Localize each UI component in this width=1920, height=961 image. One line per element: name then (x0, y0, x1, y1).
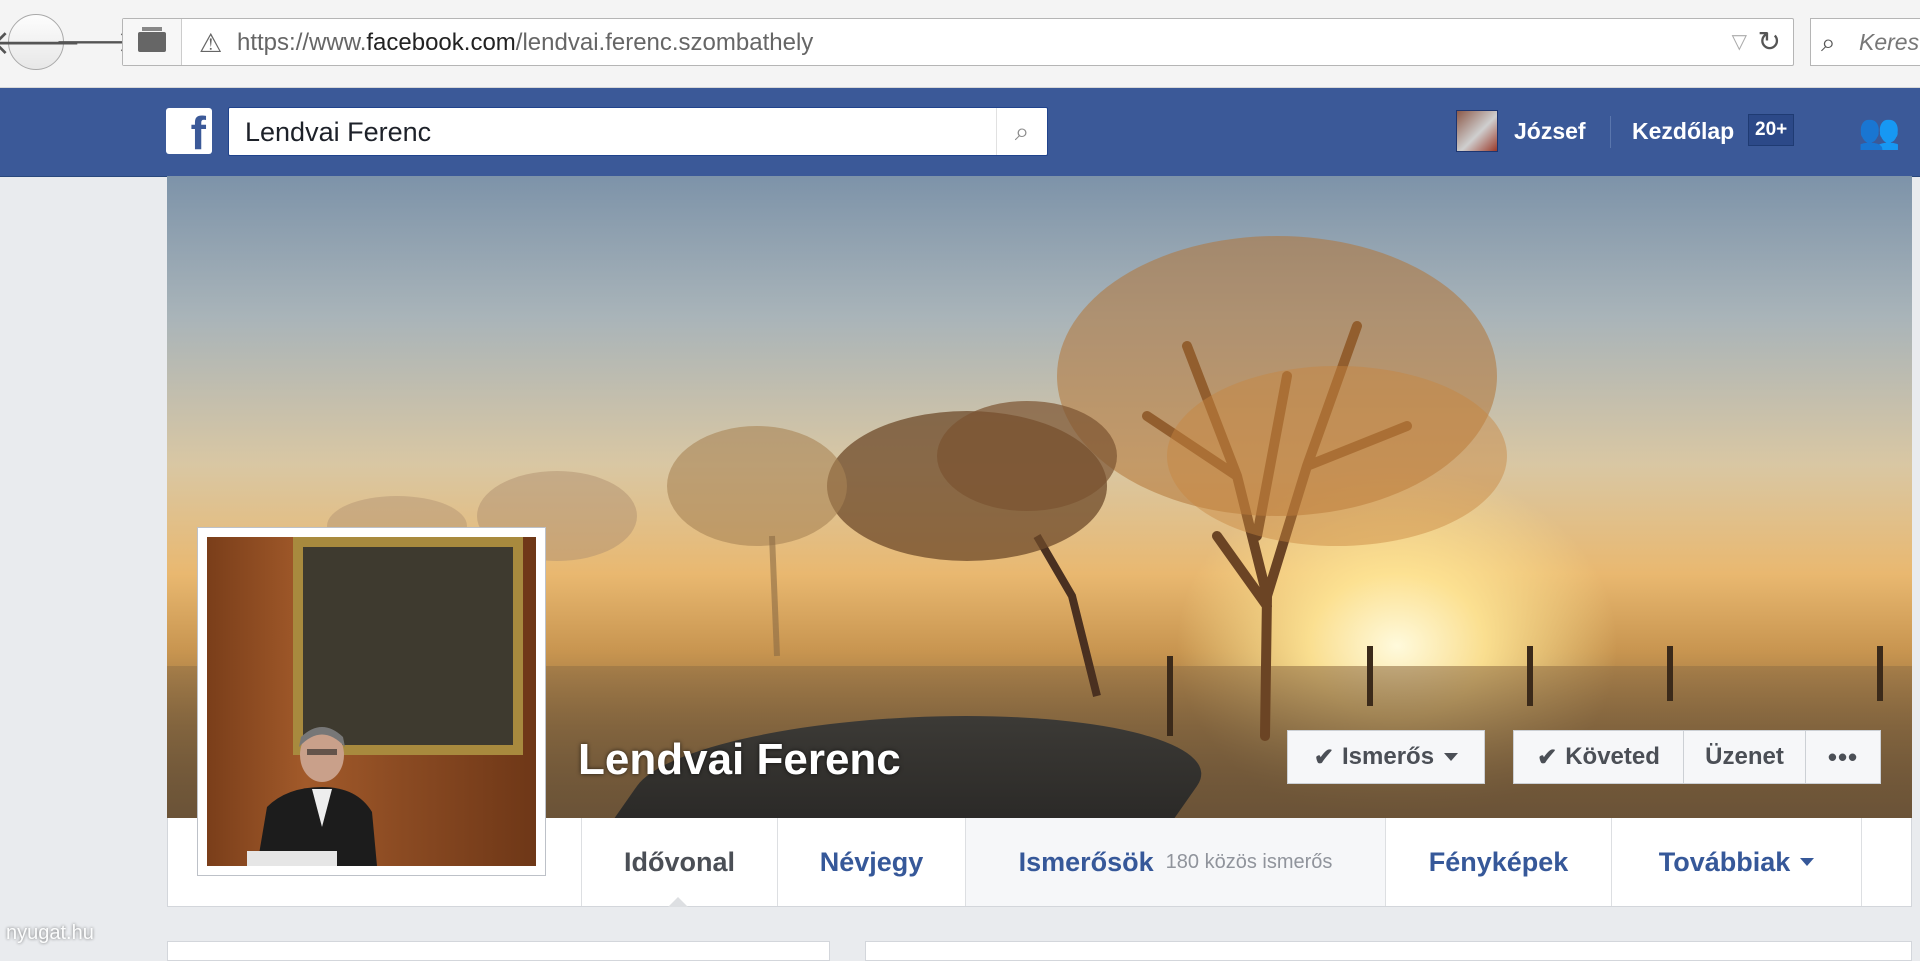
tab-timeline-label: Idővonal (623, 846, 735, 877)
friend-status-button[interactable]: ✔ Ismerős (1287, 730, 1485, 784)
tab-photos-label: Fényképek (1428, 846, 1569, 877)
search-icon: ⌕ (1014, 115, 1030, 146)
chevron-down-icon (1800, 858, 1815, 866)
warning-icon: ⚠ (199, 28, 223, 58)
reload-icon[interactable]: ↻ (1758, 25, 1781, 58)
url-prefix: https://www. (237, 29, 367, 56)
history-dropdown-icon[interactable]: ▽ (1732, 29, 1747, 54)
message-button[interactable]: Üzenet (1683, 730, 1806, 784)
browser-search-field[interactable]: ⌕ Keres (1810, 18, 1920, 66)
active-tab-indicator (668, 897, 688, 907)
url-path: /lendvai.ferenc.szombathely (515, 29, 814, 56)
more-dots-icon: ••• (1827, 741, 1859, 772)
more-options-button[interactable]: ••• (1805, 730, 1881, 784)
user-name-link[interactable]: József (1514, 118, 1586, 145)
check-icon: ✔ (1537, 743, 1558, 771)
check-icon: ✔ (1313, 743, 1335, 771)
tab-more[interactable]: Továbbiak (1612, 818, 1862, 906)
following-button[interactable]: ✔ Követed (1513, 730, 1684, 784)
profile-name[interactable]: Lendvai Ferenc (578, 735, 901, 785)
url-domain: facebook.com (366, 29, 516, 56)
left-column-panel (167, 941, 830, 961)
facebook-search-input[interactable] (243, 116, 987, 148)
forward-button[interactable]: 🡒 (55, 22, 135, 62)
profile-picture[interactable] (197, 527, 546, 876)
profile-tabs: Idővonal Névjegy Ismerősök 180 közös isme… (581, 818, 1912, 906)
friend-requests-icon[interactable]: 👥 (1858, 112, 1900, 152)
address-bar[interactable]: ⚠ https://www.facebook.com/lendvai.feren… (122, 18, 1794, 66)
site-identity-button[interactable] (123, 19, 182, 65)
home-link[interactable]: Kezdőlap (1632, 118, 1734, 145)
page-icon (138, 27, 166, 52)
following-label: Követed (1565, 743, 1660, 770)
url-text[interactable]: https://www.facebook.com/lendvai.ferenc.… (237, 29, 813, 57)
facebook-header: f ⌕ József Kezdőlap 20+ 👥 (0, 88, 1920, 177)
tab-about[interactable]: Névjegy (778, 818, 966, 906)
tab-friends-label: Ismerősök (1018, 846, 1154, 877)
facebook-search: ⌕ (228, 107, 1048, 156)
mutual-friends-count: 180 közös ismerős (1165, 850, 1333, 873)
search-button[interactable]: ⌕ (996, 108, 1047, 155)
search-icon: ⌕ (1821, 27, 1836, 57)
browser-search-placeholder: Keres (1859, 29, 1920, 55)
watermark: nyugat.hu (6, 922, 94, 944)
tab-photos[interactable]: Fényképek (1386, 818, 1612, 906)
right-column-panel (865, 941, 1912, 961)
user-avatar[interactable] (1456, 110, 1498, 152)
tab-more-label: Továbbiak (1658, 846, 1791, 877)
tab-about-label: Névjegy (819, 846, 924, 877)
message-label: Üzenet (1705, 743, 1784, 770)
friend-status-label: Ismerős (1342, 743, 1435, 770)
chevron-down-icon (1444, 753, 1459, 761)
person-figure (247, 727, 377, 866)
facebook-logo-icon[interactable]: f (166, 108, 212, 154)
tab-friends[interactable]: Ismerősök 180 közös ismerős (966, 818, 1386, 906)
profile-photo (207, 537, 536, 866)
home-notification-badge[interactable]: 20+ (1748, 114, 1795, 146)
header-divider (1610, 116, 1611, 148)
tab-timeline[interactable]: Idővonal (582, 818, 778, 906)
browser-toolbar: 🡐 🡒 ⚠ https://www.facebook.com/lendvai.f… (0, 0, 1920, 88)
